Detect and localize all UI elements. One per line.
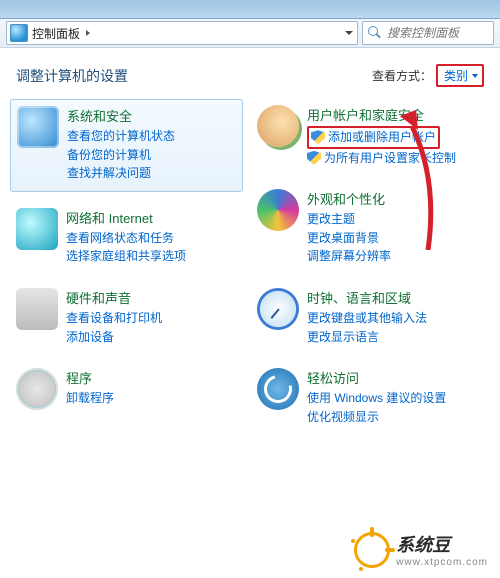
appearance-icon [257,189,299,231]
link-label: 为所有用户设置家长控制 [324,149,456,168]
link-uninstall[interactable]: 卸载程序 [66,389,243,408]
category-title[interactable]: 轻松访问 [307,368,484,387]
network-icon [16,208,58,250]
accessibility-icon [257,368,299,410]
view-mode-dropdown[interactable]: 类别 [436,64,484,87]
users-icon [257,105,299,147]
search-input[interactable] [385,25,489,41]
category-clock[interactable]: 时钟、语言和区域 更改键盘或其他输入法 更改显示语言 [257,288,484,346]
link-add-device[interactable]: 添加设备 [66,328,243,347]
category-title[interactable]: 网络和 Internet [66,208,243,227]
content-header: 调整计算机的设置 查看方式： 类别 [16,64,484,87]
category-title[interactable]: 外观和个性化 [307,189,484,208]
shield-icon [307,151,321,165]
page-title: 调整计算机的设置 [16,66,128,86]
link-homegroup[interactable]: 选择家庭组和共享选项 [66,247,243,266]
category-title[interactable]: 用户帐户和家庭安全 [307,105,484,124]
category-appearance[interactable]: 外观和个性化 更改主题 更改桌面背景 调整屏幕分辨率 [257,189,484,266]
brand-name: 系统豆 [396,531,488,557]
category-access[interactable]: 轻松访问 使用 Windows 建议的设置 优化视频显示 [257,368,484,426]
category-columns: 系统和安全 查看您的计算机状态 备份您的计算机 查找并解决问题 网络和 Inte… [16,105,484,448]
category-title[interactable]: 程序 [66,368,243,387]
brand-logo-icon [354,532,390,568]
control-panel-icon [10,24,28,42]
link-backup[interactable]: 备份您的计算机 [67,146,236,165]
search-box[interactable] [362,21,494,45]
address-bar: 控制面板 [0,19,500,48]
caret-down-icon [472,74,478,78]
link-change-theme[interactable]: 更改主题 [307,210,484,229]
link-devices[interactable]: 查看设备和打印机 [66,309,243,328]
view-mode-label: 查看方式： [372,67,432,84]
category-programs[interactable]: 程序 卸载程序 [16,368,243,410]
highlight-add-remove-users: 添加或删除用户帐户 [307,126,440,149]
window-titlebar [0,0,500,19]
hardware-icon [16,288,58,330]
category-hardware[interactable]: 硬件和声音 查看设备和打印机 添加设备 [16,288,243,346]
link-optimize-video[interactable]: 优化视频显示 [307,408,484,427]
programs-icon [16,368,58,410]
search-icon [367,25,383,41]
link-troubleshoot[interactable]: 查找并解决问题 [67,164,236,183]
right-column: 用户帐户和家庭安全 添加或删除用户帐户 为所有用户设置家长控制 [253,105,484,448]
link-change-input[interactable]: 更改键盘或其他输入法 [307,309,484,328]
breadcrumb-dropdown[interactable] [341,31,357,35]
category-title[interactable]: 系统和安全 [67,106,236,125]
link-network-status[interactable]: 查看网络状态和任务 [66,229,243,248]
link-label: 添加或删除用户帐户 [328,128,436,147]
link-view-status[interactable]: 查看您的计算机状态 [67,127,236,146]
shield-icon [311,130,325,144]
category-title[interactable]: 时钟、语言和区域 [307,288,484,307]
breadcrumb-root[interactable]: 控制面板 [32,25,80,42]
link-change-lang[interactable]: 更改显示语言 [307,328,484,347]
chevron-right-icon[interactable] [86,30,90,36]
breadcrumb[interactable]: 控制面板 [6,21,358,45]
left-column: 系统和安全 查看您的计算机状态 备份您的计算机 查找并解决问题 网络和 Inte… [16,105,253,448]
category-network[interactable]: 网络和 Internet 查看网络状态和任务 选择家庭组和共享选项 [16,208,243,266]
category-system-security[interactable]: 系统和安全 查看您的计算机状态 备份您的计算机 查找并解决问题 [10,99,243,192]
category-users[interactable]: 用户帐户和家庭安全 添加或删除用户帐户 为所有用户设置家长控制 [257,105,484,167]
clock-icon [257,288,299,330]
link-resolution[interactable]: 调整屏幕分辨率 [307,247,484,266]
content-area: 调整计算机的设置 查看方式： 类别 系统和安全 查看您的计算机状态 备份您的计算… [0,48,500,448]
link-change-wallpaper[interactable]: 更改桌面背景 [307,229,484,248]
security-icon [17,106,59,148]
brand-url: www.xtpcom.com [396,557,488,568]
brand-watermark: 系统豆 www.xtpcom.com [354,531,488,568]
link-add-remove-users[interactable]: 添加或删除用户帐户 [311,128,436,147]
category-title[interactable]: 硬件和声音 [66,288,243,307]
view-mode-value: 类别 [444,67,468,84]
view-mode: 查看方式： 类别 [372,64,484,87]
link-windows-suggest[interactable]: 使用 Windows 建议的设置 [307,389,484,408]
link-parental-controls[interactable]: 为所有用户设置家长控制 [307,149,484,168]
